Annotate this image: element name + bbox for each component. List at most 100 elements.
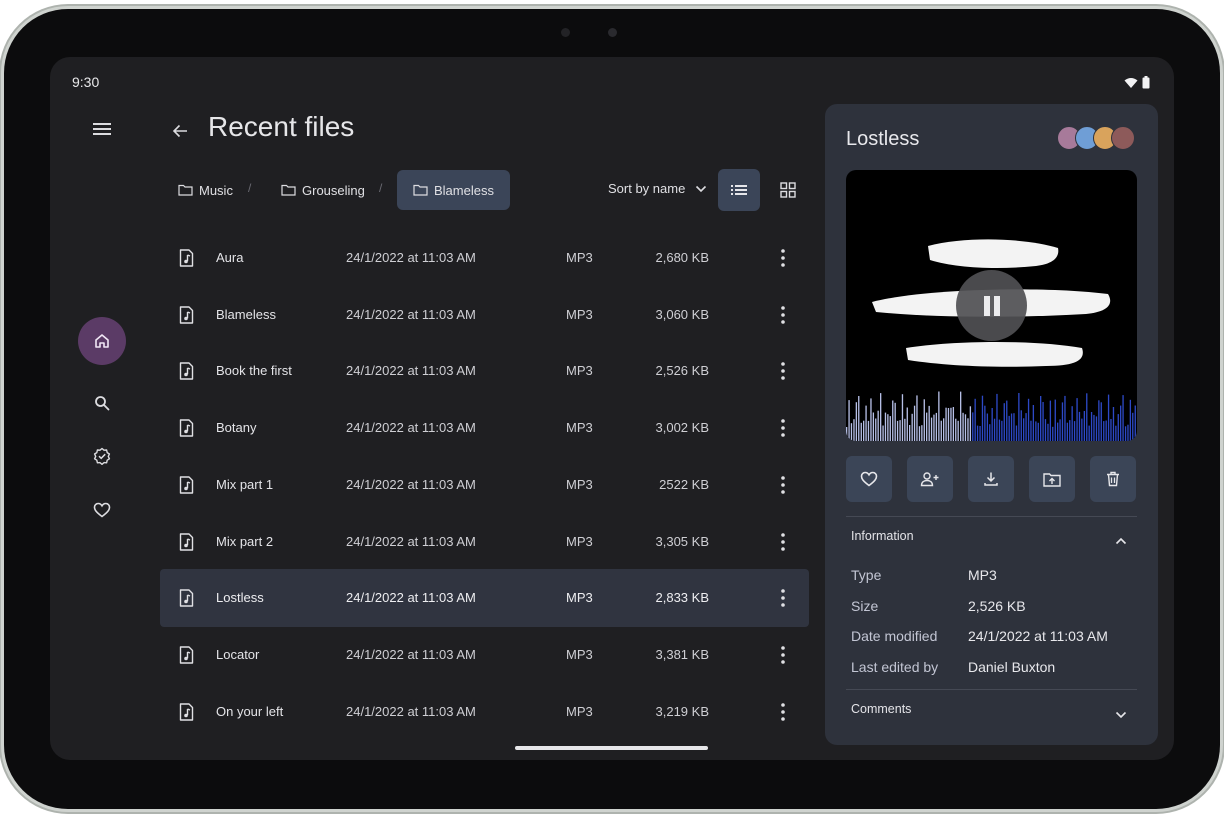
breadcrumb-separator: / — [248, 181, 252, 195]
waveform-bar — [887, 414, 889, 441]
file-row[interactable]: Mix part 1 24/1/2022 at 11:03 AM MP3 2522 K… — [160, 456, 809, 514]
sort-dropdown[interactable]: Sort by name — [608, 181, 707, 196]
menu-button[interactable] — [84, 115, 120, 143]
waveform-bar — [1027, 398, 1030, 441]
waveform-bar — [1076, 398, 1078, 441]
delete-icon — [1107, 471, 1119, 487]
waveform-bar — [1093, 414, 1095, 441]
breadcrumb-music[interactable]: Music — [178, 170, 233, 210]
comments-expand-button[interactable] — [1115, 706, 1127, 724]
breadcrumb-grouseling[interactable]: Grouseling — [281, 170, 365, 210]
waveform-bar — [872, 412, 875, 441]
grid-view-button[interactable] — [767, 169, 809, 211]
waveform-bar — [1003, 403, 1005, 441]
file-row[interactable]: Book the first 24/1/2022 at 11:03 AM MP3 2,… — [160, 342, 809, 400]
waveform-bar — [1107, 394, 1110, 441]
waveform-bar — [1120, 405, 1122, 441]
more-vert-icon[interactable] — [774, 645, 792, 665]
info-value-date-modified: 24/1/2022 at 11:03 AM — [968, 628, 1108, 644]
back-button[interactable] — [166, 117, 194, 145]
file-date: 24/1/2022 at 11:03 AM — [346, 250, 476, 265]
information-heading[interactable]: Information — [851, 529, 914, 543]
file-row[interactable]: Botany 24/1/2022 at 11:03 AM MP3 3,002 KB — [160, 399, 809, 457]
share-person-button[interactable] — [907, 456, 953, 502]
more-vert-icon[interactable] — [774, 588, 792, 608]
waveform-bar — [984, 405, 986, 441]
chevron-up-icon — [1115, 537, 1127, 545]
waveform-bar — [1134, 405, 1136, 441]
person-add-icon — [920, 472, 939, 487]
waveform-bar — [950, 407, 952, 441]
file-size: 3,305 KB — [655, 533, 710, 549]
waveform-bar — [957, 420, 959, 441]
file-name: Aura — [216, 250, 244, 265]
file-row[interactable]: Lostless 24/1/2022 at 11:03 AM MP3 2,833 KB — [160, 569, 809, 628]
home-indicator[interactable] — [515, 746, 708, 750]
waveform-bar — [986, 413, 989, 441]
waveform-bar — [969, 406, 972, 441]
file-type: MP3 — [566, 533, 593, 549]
pause-button[interactable] — [956, 270, 1027, 341]
waveform-bar — [940, 420, 942, 441]
favorite-button[interactable] — [846, 456, 892, 502]
more-vert-icon[interactable] — [774, 418, 792, 438]
waveform-bar — [1030, 420, 1032, 441]
nav-verified[interactable] — [86, 440, 118, 472]
information-collapse-button[interactable] — [1115, 532, 1127, 550]
file-row[interactable]: Locator 24/1/2022 at 11:03 AM MP3 3,381 KB — [160, 626, 809, 684]
file-row[interactable]: Mix part 2 24/1/2022 at 11:03 AM MP3 3,305 … — [160, 513, 809, 571]
breadcrumb-blameless[interactable]: Blameless — [397, 170, 510, 210]
folder-icon — [281, 184, 296, 196]
audio-file-icon — [179, 305, 194, 324]
more-vert-icon[interactable] — [774, 305, 792, 325]
waveform-bar — [1069, 420, 1071, 441]
comments-heading[interactable]: Comments — [851, 702, 911, 716]
audio-file-icon — [179, 249, 194, 267]
audio-file-icon — [179, 646, 194, 664]
waveform-bar — [863, 420, 865, 441]
list-view-button[interactable] — [718, 169, 760, 211]
waveform-bar — [860, 422, 862, 441]
file-name: Locator — [216, 646, 260, 662]
waveform-bar — [1057, 422, 1059, 441]
waveform-bar — [865, 405, 867, 441]
more-vert-icon[interactable] — [774, 532, 792, 552]
status-time: 9:30 — [72, 74, 100, 90]
wifi-icon — [1124, 77, 1138, 88]
info-label-size: Size — [851, 598, 879, 614]
file-row[interactable]: Aura 24/1/2022 at 11:03 AM MP3 2,680 KB — [160, 229, 809, 287]
more-vert-icon[interactable] — [774, 361, 792, 381]
nav-search[interactable] — [86, 387, 118, 419]
nav-home[interactable] — [78, 317, 126, 365]
file-row[interactable]: On your left 24/1/2022 at 11:03 AM MP3 3,21… — [160, 683, 809, 741]
file-date: 24/1/2022 at 11:03 AM — [346, 646, 476, 662]
collaborator-avatars[interactable] — [1057, 126, 1135, 150]
waveform-bar — [916, 395, 918, 441]
waveform-bar — [880, 393, 882, 441]
waveform-bar — [1110, 419, 1112, 441]
waveform-bar — [882, 425, 884, 441]
waveform-bar — [1088, 425, 1090, 441]
file-name: Blameless — [216, 306, 276, 322]
nav-favorites[interactable] — [86, 494, 118, 526]
divider — [846, 689, 1137, 690]
waveform-bar — [1001, 420, 1003, 441]
move-to-folder-button[interactable] — [1029, 456, 1075, 502]
more-vert-icon[interactable] — [774, 248, 792, 268]
heart-icon — [93, 502, 111, 518]
download-button[interactable] — [968, 456, 1014, 502]
file-row[interactable]: Blameless 24/1/2022 at 11:03 AM MP3 3,060 K… — [160, 286, 809, 344]
waveform-bar — [1083, 411, 1086, 441]
avatar[interactable] — [1111, 126, 1135, 150]
file-name: Botany — [216, 420, 257, 436]
waveform-bar — [850, 423, 853, 441]
more-vert-icon[interactable] — [774, 702, 792, 722]
waveform-bar — [1103, 421, 1105, 441]
more-vert-icon[interactable] — [774, 475, 792, 495]
grid-view-icon — [780, 182, 796, 198]
waveform-bar — [884, 412, 887, 441]
delete-button[interactable] — [1090, 456, 1136, 502]
file-size: 2,833 KB — [655, 590, 710, 606]
chevron-down-icon — [1115, 711, 1127, 719]
info-value-size: 2,526 KB — [968, 598, 1026, 614]
